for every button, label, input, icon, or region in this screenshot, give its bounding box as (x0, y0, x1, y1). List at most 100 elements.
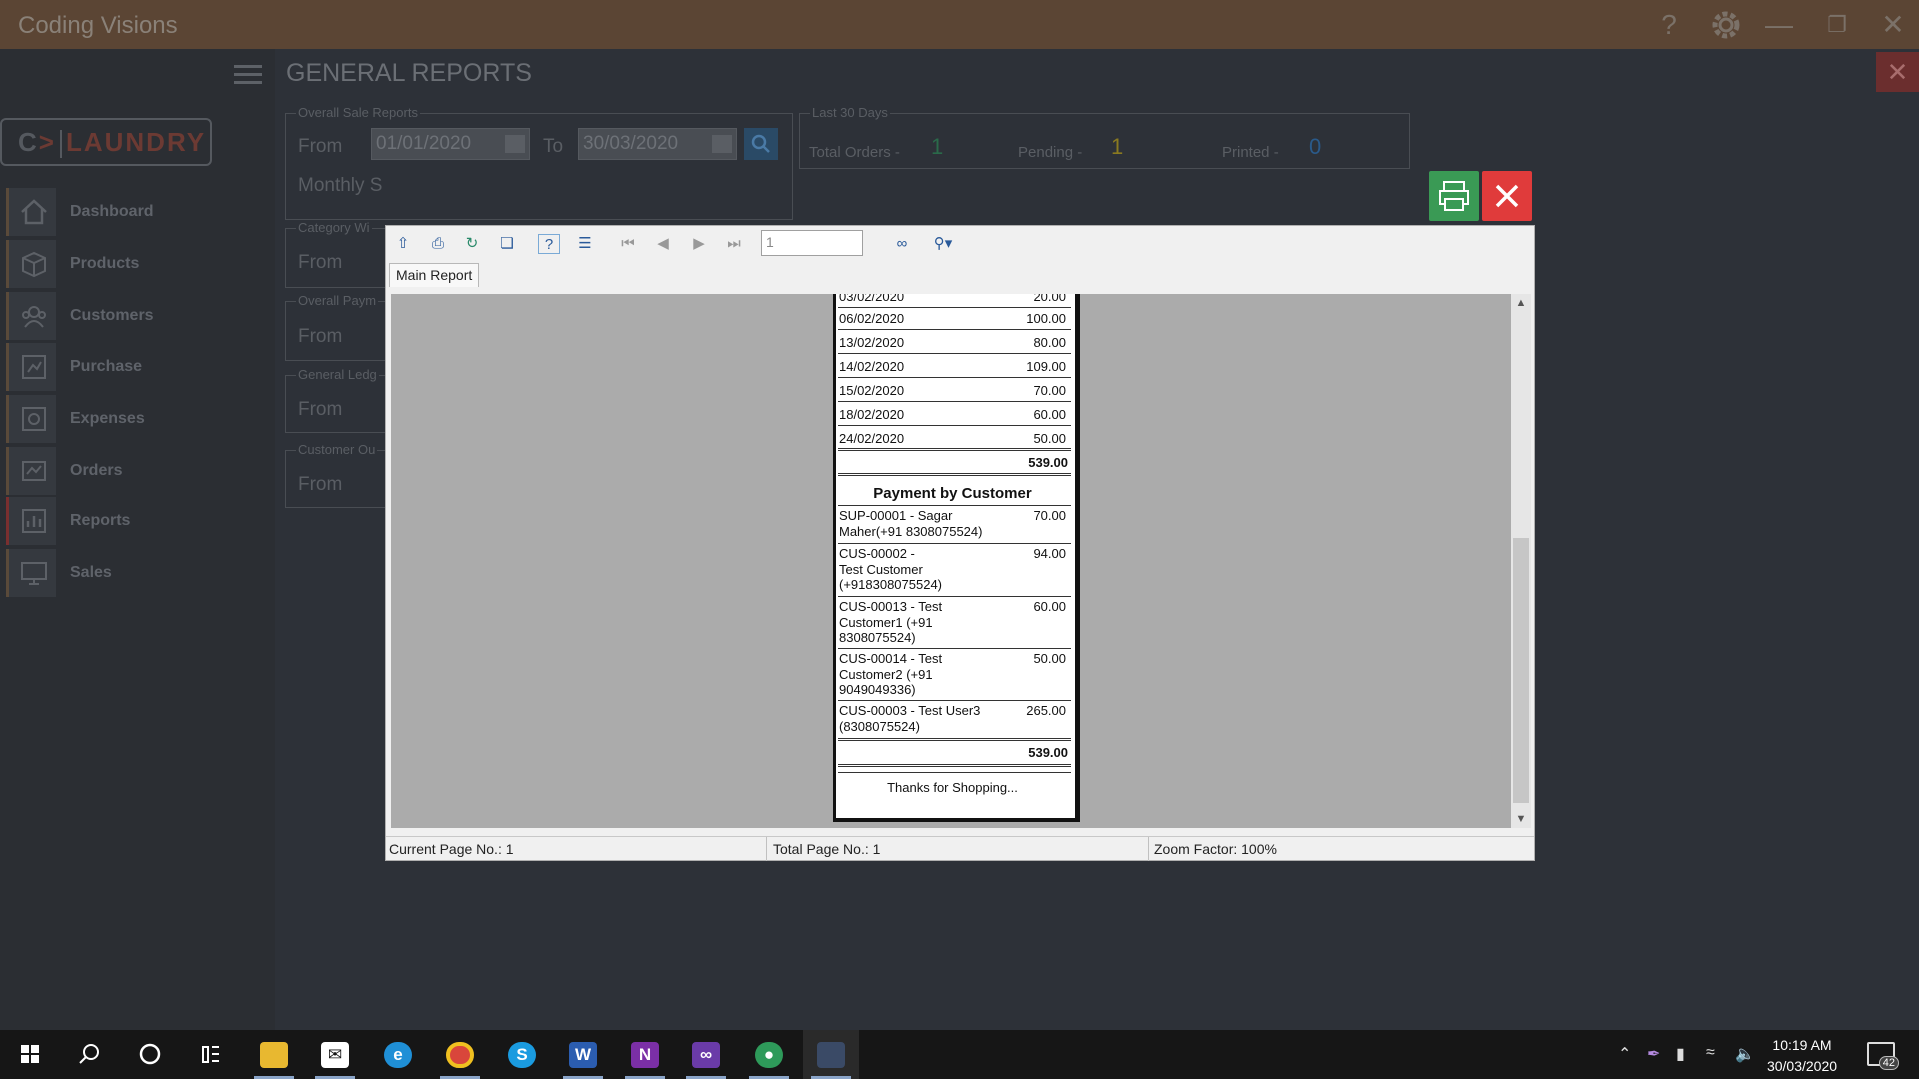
last-page-icon[interactable]: ⏭ (723, 234, 745, 254)
sidebar-item-purchase[interactable]: Purchase (0, 343, 275, 391)
logo-arrow: > (38, 127, 56, 157)
settings-gear-icon[interactable] (1709, 8, 1743, 42)
clock-date: 30/03/2020 (1766, 1058, 1838, 1074)
close-page-button[interactable]: ✕ (1876, 52, 1919, 92)
to-date-value: 30/03/2020 (583, 133, 679, 154)
edge-browser-icon[interactable]: e (370, 1030, 426, 1079)
export-icon[interactable]: ⇧ (392, 234, 414, 254)
task-view-icon[interactable] (183, 1030, 239, 1079)
file-explorer-icon[interactable] (246, 1030, 302, 1079)
page-number-input[interactable]: 1 (761, 230, 863, 256)
tab-main-report[interactable]: Main Report (389, 263, 480, 287)
total-orders-label: Total Orders - (809, 144, 900, 161)
taskbar: ✉ e S W N ∞ ● ⌃ ✒ ▮ ≈ 🔈 10:19 AM 30/03/2… (0, 1030, 1919, 1079)
sidebar-item-label: Purchase (70, 358, 143, 375)
sidebar-item-label: Expenses (70, 410, 145, 427)
sidebar-item-reports[interactable]: Reports (0, 497, 275, 545)
clock[interactable]: 10:19 AM 30/03/2020 (1762, 1035, 1842, 1077)
word-icon[interactable]: W (555, 1030, 611, 1079)
row-date: 06/02/2020 (839, 311, 905, 326)
show-hidden-icons-icon[interactable]: ⌃ (1618, 1044, 1631, 1064)
report-tabs: Main Report (389, 263, 480, 287)
next-page-icon[interactable]: ▶ (688, 234, 710, 254)
help-param-icon[interactable]: ? (538, 234, 560, 254)
copy-icon[interactable]: ❏ (496, 234, 518, 254)
scroll-down-icon[interactable]: ▼ (1511, 810, 1531, 828)
calendar-dropdown-icon[interactable] (505, 135, 525, 153)
from-label: From (298, 326, 343, 347)
skype-icon[interactable]: S (494, 1030, 550, 1079)
daily-row: 14/02/2020 109.00 (839, 359, 1072, 377)
daily-row: 13/02/2020 80.00 (839, 335, 1072, 353)
close-window-icon[interactable]: ✕ (1876, 8, 1910, 42)
clock-time: 10:19 AM (1772, 1037, 1832, 1053)
refresh-icon[interactable]: ↻ (461, 234, 483, 254)
maps-app-icon[interactable]: ● (741, 1030, 797, 1079)
from-date-value: 01/01/2020 (376, 133, 472, 154)
customer-name: CUS-00014 - Test Customer2 (+91 90490493… (839, 651, 943, 697)
customer-amount: 50.00 (1033, 651, 1066, 666)
onenote-icon[interactable]: N (617, 1030, 673, 1079)
from-label: From (298, 252, 343, 273)
vertical-scrollbar[interactable]: ▲ ▼ (1511, 294, 1531, 828)
windows-start-icon[interactable] (2, 1030, 58, 1079)
app-logo: C> LAUNDRY (0, 118, 212, 166)
search-button[interactable] (744, 128, 778, 160)
home-icon (6, 188, 56, 236)
close-dialog-button[interactable] (1482, 171, 1532, 221)
battery-icon[interactable]: ▮ (1676, 1044, 1685, 1064)
row-date: 13/02/2020 (839, 335, 905, 350)
reports-icon (6, 497, 56, 545)
notification-count: 42 (1878, 1056, 1899, 1070)
box-icon (6, 240, 56, 288)
sidebar-item-orders[interactable]: Orders (0, 447, 275, 495)
print-report-icon[interactable]: ⎙ (427, 234, 449, 254)
calendar-dropdown-icon[interactable] (712, 135, 732, 153)
customer-row: CUS-00013 - Test Customer1 (+91 83080755… (839, 599, 1072, 646)
sidebar-item-expenses[interactable]: Expenses (0, 395, 275, 443)
customer-amount: 70.00 (1033, 508, 1066, 523)
hamburger-menu-icon[interactable] (234, 60, 262, 88)
sidebar-item-dashboard[interactable]: Dashboard (0, 188, 275, 236)
pen-icon[interactable]: ✒ (1647, 1044, 1660, 1064)
group-legend: Overall Paym (296, 293, 379, 308)
daily-row: 18/02/2020 60.00 (839, 407, 1072, 425)
scroll-up-icon[interactable]: ▲ (1511, 294, 1531, 312)
mail-icon[interactable]: ✉ (307, 1030, 363, 1079)
sidebar-item-label: Customers (70, 307, 154, 324)
to-date-picker[interactable]: 30/03/2020 (578, 128, 737, 160)
from-date-picker[interactable]: 01/01/2020 (371, 128, 530, 160)
purchase-icon (6, 343, 56, 391)
orders-icon (6, 447, 56, 495)
notifications-icon[interactable]: 42 (1867, 1042, 1899, 1070)
printed-label: Printed - (1222, 144, 1279, 161)
cortana-icon[interactable] (122, 1030, 178, 1079)
customer-name: CUS-00002 - Test Customer (+918308075524… (839, 546, 943, 592)
chrome-icon[interactable] (432, 1030, 488, 1079)
maximize-icon[interactable]: ❐ (1820, 8, 1854, 42)
group-legend: Customer Ou (296, 442, 378, 457)
scroll-thumb[interactable] (1513, 538, 1529, 803)
volume-icon[interactable]: 🔈 (1735, 1044, 1755, 1064)
sidebar-item-label: Dashboard (70, 203, 154, 220)
previous-page-icon[interactable]: ◀ (652, 234, 674, 254)
sidebar-item-sales[interactable]: Sales (0, 549, 275, 597)
visual-studio-icon[interactable]: ∞ (678, 1030, 734, 1079)
laundry-app-taskbar-icon[interactable] (803, 1030, 859, 1079)
help-icon[interactable]: ? (1652, 8, 1686, 42)
zoom-icon[interactable]: ⚲▾ (926, 234, 960, 254)
wifi-icon[interactable]: ≈ (1706, 1044, 1715, 1062)
customer-amount: 60.00 (1033, 599, 1066, 614)
search-icon[interactable] (61, 1030, 117, 1079)
customer-row: CUS-00014 - Test Customer2 (+91 90490493… (839, 651, 1072, 698)
group-tree-icon[interactable]: ☰ (574, 234, 596, 254)
first-page-icon[interactable]: ⏮ (617, 234, 639, 254)
minimize-icon[interactable]: — (1762, 8, 1796, 42)
sidebar-item-products[interactable]: Products (0, 240, 275, 288)
logo-laundry: LAUNDRY (65, 127, 207, 157)
find-binoculars-icon[interactable]: ∞ (891, 234, 913, 254)
daily-row: 24/02/2020 50.00 (839, 431, 1072, 449)
sidebar-item-customers[interactable]: Customers (0, 292, 275, 340)
to-label: To (543, 136, 564, 157)
print-button[interactable] (1429, 171, 1479, 221)
